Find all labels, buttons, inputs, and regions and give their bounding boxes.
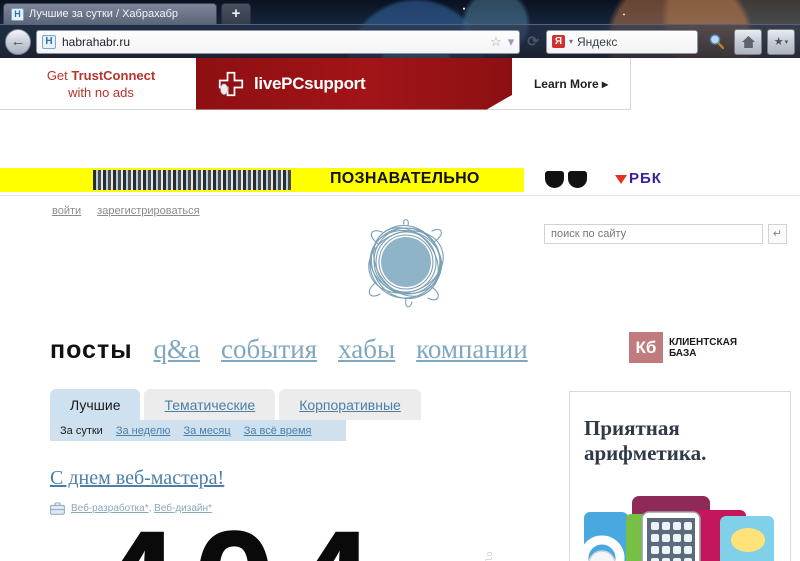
- ad-tagline-line2: with no ads: [68, 84, 134, 100]
- subtab-za-mesyats[interactable]: За месяц: [183, 425, 230, 437]
- subtab-za-nedelyu[interactable]: За неделю: [116, 425, 171, 437]
- habrahabr-favicon-icon: H: [11, 7, 24, 21]
- reload-icon[interactable]: ⟳: [525, 33, 541, 50]
- tab-luchshie[interactable]: Лучшие: [50, 389, 141, 420]
- code-snippet-right: #!/usr/lo: [485, 551, 495, 561]
- nav-item-posts[interactable]: посты: [50, 336, 133, 365]
- hub-link-web-development[interactable]: Веб-разработка*: [71, 503, 149, 514]
- banner-equalizer-graphic: [92, 169, 292, 191]
- url-text: habrahabr.ru: [62, 34, 131, 49]
- triangle-icon: [615, 174, 627, 184]
- subtab-za-vsyo-vremya[interactable]: За всё время: [244, 425, 312, 437]
- browser-chrome: H Лучшие за сутки / Хабрахабр + ← H habr…: [0, 0, 800, 58]
- error-404-graphic: 404 <html> <data #!/usr/lo: [95, 524, 515, 561]
- ad-tagline-line1-prefix: Get: [46, 67, 72, 83]
- nav-item-hubs[interactable]: хабы: [338, 334, 395, 365]
- new-tab-button[interactable]: +: [221, 3, 251, 24]
- chevron-down-icon: ▾: [784, 38, 789, 46]
- site-favicon-icon: H: [42, 34, 56, 49]
- page-content: Get TrustConnect with no ads livePCsuppo…: [0, 58, 800, 561]
- sidebar-ad-title-line2: арифметика.: [584, 441, 707, 465]
- hub-link-web-design[interactable]: Веб-дизайн*: [154, 503, 212, 514]
- register-link[interactable]: зарегистрироваться: [97, 205, 199, 217]
- address-bar[interactable]: H habrahabr.ru ☆ ▾: [36, 29, 521, 54]
- nav-item-qa[interactable]: q&a: [154, 334, 201, 365]
- content-tabs: Лучшие Тематические Корпоративные: [50, 389, 421, 420]
- partner-logo-icon: [545, 169, 589, 189]
- klientskaya-baza-ad[interactable]: Кб КЛИЕНТСКАЯ БАЗА: [629, 332, 737, 363]
- site-search-input[interactable]: [544, 224, 763, 244]
- kb-ad-line2: БАЗА: [669, 347, 697, 359]
- back-button[interactable]: ←: [5, 28, 31, 55]
- rbk-logo-text: РБК: [629, 170, 662, 187]
- ad-banner-body[interactable]: livePCsupport: [196, 58, 512, 110]
- bookmarks-star-icon: ★: [773, 36, 784, 48]
- sidebar-ad-title: Приятная арифметика.: [584, 416, 790, 466]
- ad-brand-name: livePCsupport: [254, 73, 366, 93]
- tab-strip: H Лучшие за сутки / Хабрахабр +: [0, 0, 800, 24]
- scribble-glyph: [368, 219, 444, 308]
- chevron-down-icon[interactable]: ▾: [508, 34, 515, 50]
- navigation-toolbar: ← H habrahabr.ru ☆ ▾ ⟳ Я ▾ Яндекс ★ ▾: [0, 24, 800, 58]
- tablet-cases-product-photo-icon: b: [579, 496, 774, 561]
- post-hub-text: Веб-разработка*, Веб-дизайн*: [71, 503, 212, 514]
- kb-ad-line1: КЛИЕНТСКАЯ: [669, 336, 738, 348]
- ad-tagline: Get TrustConnect with no ads: [0, 67, 196, 101]
- post-title-link[interactable]: С днем веб-мастера!: [50, 467, 224, 490]
- error-code-text: 404: [95, 524, 515, 561]
- browser-search-placeholder: Яндекс: [577, 34, 618, 49]
- main-navigation: посты q&a события хабы компании: [50, 334, 528, 365]
- tab-tematicheskie[interactable]: Тематические: [144, 389, 276, 420]
- bookmarks-button[interactable]: ★ ▾: [767, 28, 795, 55]
- sidebar-ad-title-line1: Приятная: [584, 416, 680, 440]
- site-search: ↵: [544, 224, 787, 244]
- learn-more-button[interactable]: Learn More ▸: [512, 77, 630, 91]
- rbk-logo: РБК: [615, 170, 662, 187]
- ad-tagline-brand: TrustConnect: [71, 67, 156, 83]
- home-button[interactable]: [734, 28, 762, 55]
- top-site-banner[interactable]: ПОЗНАВАТЕЛЬНО РБК: [0, 168, 800, 196]
- post-hubs: Веб-разработка*, Веб-дизайн*: [50, 502, 212, 515]
- nav-item-events[interactable]: события: [221, 334, 317, 365]
- habrahabr-scribble-logo-icon[interactable]: [358, 218, 454, 310]
- briefcase-icon: [50, 502, 65, 515]
- site-search-submit-button[interactable]: ↵: [768, 224, 787, 244]
- home-icon: [741, 35, 755, 48]
- medical-cross-icon: [218, 70, 244, 97]
- login-link[interactable]: войти: [52, 205, 81, 217]
- search-icon[interactable]: [703, 29, 729, 55]
- subtab-za-sutki[interactable]: За сутки: [60, 425, 103, 437]
- browser-tab[interactable]: H Лучшие за сутки / Хабрахабр: [3, 3, 217, 24]
- tab-korporativnye[interactable]: Корпоративные: [279, 389, 421, 420]
- yandex-icon[interactable]: Я: [552, 35, 565, 48]
- kb-logo-icon: Кб: [629, 332, 663, 363]
- subtab-row: За сутки За неделю За месяц За всё время: [50, 420, 346, 441]
- kb-ad-text: КЛИЕНТСКАЯ БАЗА: [669, 337, 737, 359]
- auth-links: войти зарегистрироваться: [52, 205, 200, 217]
- nav-item-companies[interactable]: компании: [416, 334, 528, 365]
- sidebar-advertisement[interactable]: Приятная арифметика.: [569, 391, 791, 561]
- browser-tab-title: Лучшие за сутки / Хабрахабр: [29, 8, 178, 20]
- magnifier-glyph: [709, 34, 724, 50]
- bookmark-star-icon[interactable]: ☆: [490, 34, 502, 50]
- chevron-down-icon[interactable]: ▾: [569, 37, 573, 46]
- overlay-advertisement[interactable]: Get TrustConnect with no ads livePCsuppo…: [0, 58, 631, 110]
- banner-headline: ПОЗНАВАТЕЛЬНО: [330, 170, 480, 187]
- browser-search-box[interactable]: Я ▾ Яндекс: [546, 29, 698, 54]
